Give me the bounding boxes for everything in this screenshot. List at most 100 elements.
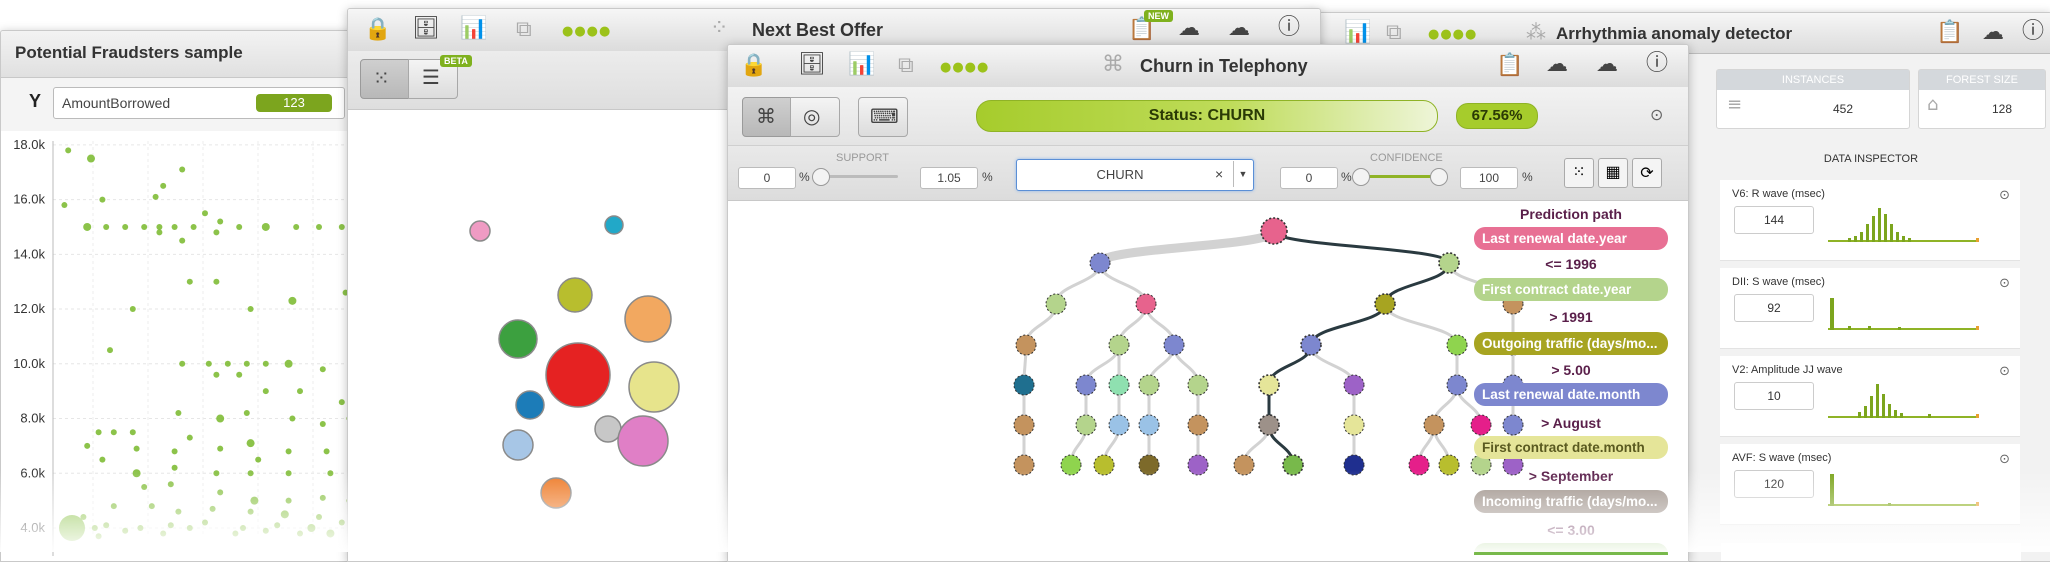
cluster-bubble (557, 277, 593, 313)
scatter-point (129, 429, 136, 436)
scatter-point (59, 515, 85, 541)
reset-button[interactable]: ⟳ (1632, 158, 1662, 188)
scatter-point (316, 223, 322, 230)
model-icon[interactable]: 📊 (848, 54, 875, 76)
tree-node (1163, 334, 1185, 356)
support-min-input[interactable]: 0 (738, 167, 796, 189)
tree-node (1438, 454, 1460, 476)
scatter-point (288, 296, 297, 305)
chevron-down-icon[interactable]: ▼ (1233, 161, 1252, 187)
tree-node (1093, 454, 1115, 476)
scatter-point (171, 464, 178, 471)
more-dots-icon[interactable]: ●●●● (1428, 27, 1477, 42)
scatter-point (284, 359, 293, 368)
path-node-label[interactable]: Incoming traffic (days/mo... (1474, 490, 1668, 513)
scatter-point (122, 527, 129, 534)
scatter-point (289, 415, 296, 422)
cluster-view-button[interactable]: ⁙ (360, 59, 410, 99)
support-slider-handle[interactable] (812, 168, 830, 186)
path-node-label[interactable]: Outgoing traffic (days/mo... (1474, 332, 1668, 355)
cluster-bubble (498, 319, 538, 359)
scatter-point (175, 410, 182, 417)
compare-icon[interactable]: ⧉ (516, 19, 532, 41)
confidence-min-input[interactable]: 0 (1280, 167, 1338, 189)
tree-node (1187, 374, 1209, 396)
download-icon[interactable]: 📋 (1128, 19, 1155, 41)
download-icon[interactable]: 📋 (1936, 22, 1963, 44)
arrhythmia-title: Arrhythmia anomaly detector (1556, 24, 1793, 43)
data-inspector-bottom (1721, 543, 2021, 561)
more-dots-icon[interactable]: ●●●● (562, 24, 611, 39)
fraudsters-scatter-plot: 18.0k 16.0k 14.0k 12.0k 10.0k 8.0k 6.0k 4.0k (13, 137, 356, 556)
support-max-input[interactable]: 1.05 (920, 167, 978, 189)
lock-icon[interactable]: 🔒 (740, 55, 767, 77)
scatter-point (110, 503, 117, 510)
lock-icon[interactable]: 🔒 (364, 19, 391, 41)
sunburst-view-button[interactable]: ◎ (790, 97, 840, 137)
info-icon[interactable]: ⓘ (1646, 53, 1668, 75)
y-tick-label: 10.0k (13, 356, 45, 371)
cloud-action-icon[interactable]: ☁ (1228, 18, 1250, 40)
path-node-label[interactable]: Last renewal date.year (1474, 227, 1668, 250)
scatter-point (186, 278, 193, 285)
support-label: SUPPORT (836, 152, 889, 164)
inspector-field-input[interactable]: 144 (1734, 206, 1814, 234)
info-icon[interactable]: ⊙ (1999, 364, 2010, 379)
scatter-point (285, 448, 292, 455)
grid-view-button[interactable]: ▦ (1598, 158, 1628, 188)
select-nodes-button[interactable]: ⁙ (1564, 158, 1594, 188)
class-filter-select[interactable]: CHURN × ▼ (1016, 159, 1254, 191)
churn-title: Churn in Telephony (1140, 56, 1308, 76)
support-slider[interactable] (812, 168, 898, 186)
keyboard-button[interactable]: ⌨ (858, 97, 908, 137)
model-icon[interactable]: 📊 (460, 18, 487, 40)
scatter-point (213, 371, 220, 378)
path-node-label-partial (1474, 543, 1668, 555)
scatter-point (297, 388, 303, 395)
confidence-badge: 67.56% (1456, 103, 1538, 129)
scatter-point (156, 229, 163, 236)
path-node-label[interactable]: First contract date.month (1474, 436, 1668, 459)
sliders-icon: ☰ (422, 65, 440, 89)
collapse-icon[interactable]: ⊙ (1650, 107, 1663, 123)
tree-node (1233, 454, 1255, 476)
compare-icon[interactable]: ⧉ (898, 55, 914, 77)
fraudsters-axis-field[interactable]: AmountBorrowed 123 (53, 87, 345, 119)
stat-box-forest-size: FOREST SIZE ⌂ 128 (1918, 69, 2046, 129)
info-icon[interactable]: ⓘ (1278, 17, 1300, 39)
class-filter-value: CHURN (1096, 167, 1144, 182)
download-icon[interactable]: 📋 (1496, 55, 1523, 77)
cloud-upload-icon[interactable]: ☁ (1178, 18, 1200, 40)
inspector-field-input[interactable]: 92 (1734, 294, 1814, 322)
cloud-upload-icon[interactable]: ☁ (1546, 54, 1568, 76)
more-dots-icon[interactable]: ●●●● (940, 60, 989, 75)
scatter-point (261, 222, 270, 231)
y-tick-label: 8.0k (20, 411, 45, 426)
path-node-label[interactable]: First contract date.year (1474, 278, 1668, 301)
cluster-bubble (604, 215, 624, 235)
dataset-icon[interactable]: 🗄 (798, 54, 826, 76)
tree-view-button[interactable]: ⌘ (742, 97, 792, 137)
confidence-slider-max-handle[interactable] (1430, 168, 1448, 186)
chart-icon[interactable]: 📊 (1344, 22, 1371, 44)
info-icon[interactable]: ⓘ (2022, 21, 2044, 43)
cloud-action-icon[interactable]: ☁ (1596, 54, 1618, 76)
path-condition: > 5.00 (1551, 362, 1591, 378)
scatter-point (216, 414, 225, 423)
inspector-field-input[interactable]: 10 (1734, 382, 1814, 410)
confidence-slider-min-handle[interactable] (1352, 168, 1370, 186)
info-icon[interactable]: ⊙ (1999, 452, 2010, 467)
path-node-label[interactable]: Last renewal date.month (1474, 383, 1668, 406)
scatter-point (250, 496, 259, 505)
cloud-action-icon[interactable]: ☁ (1982, 22, 2004, 44)
tree-node (1013, 374, 1035, 396)
scatter-point (141, 483, 148, 490)
info-icon[interactable]: ⊙ (1999, 276, 2010, 291)
confidence-slider[interactable] (1352, 168, 1448, 186)
info-icon[interactable]: ⊙ (1999, 188, 2010, 203)
dataset-icon[interactable]: 🗄 (412, 18, 440, 40)
clear-icon[interactable]: × (1215, 166, 1223, 182)
inspector-field-input[interactable]: 120 (1734, 470, 1814, 498)
compare-icon[interactable]: ⧉ (1386, 22, 1402, 44)
confidence-max-input[interactable]: 100 (1460, 167, 1518, 189)
